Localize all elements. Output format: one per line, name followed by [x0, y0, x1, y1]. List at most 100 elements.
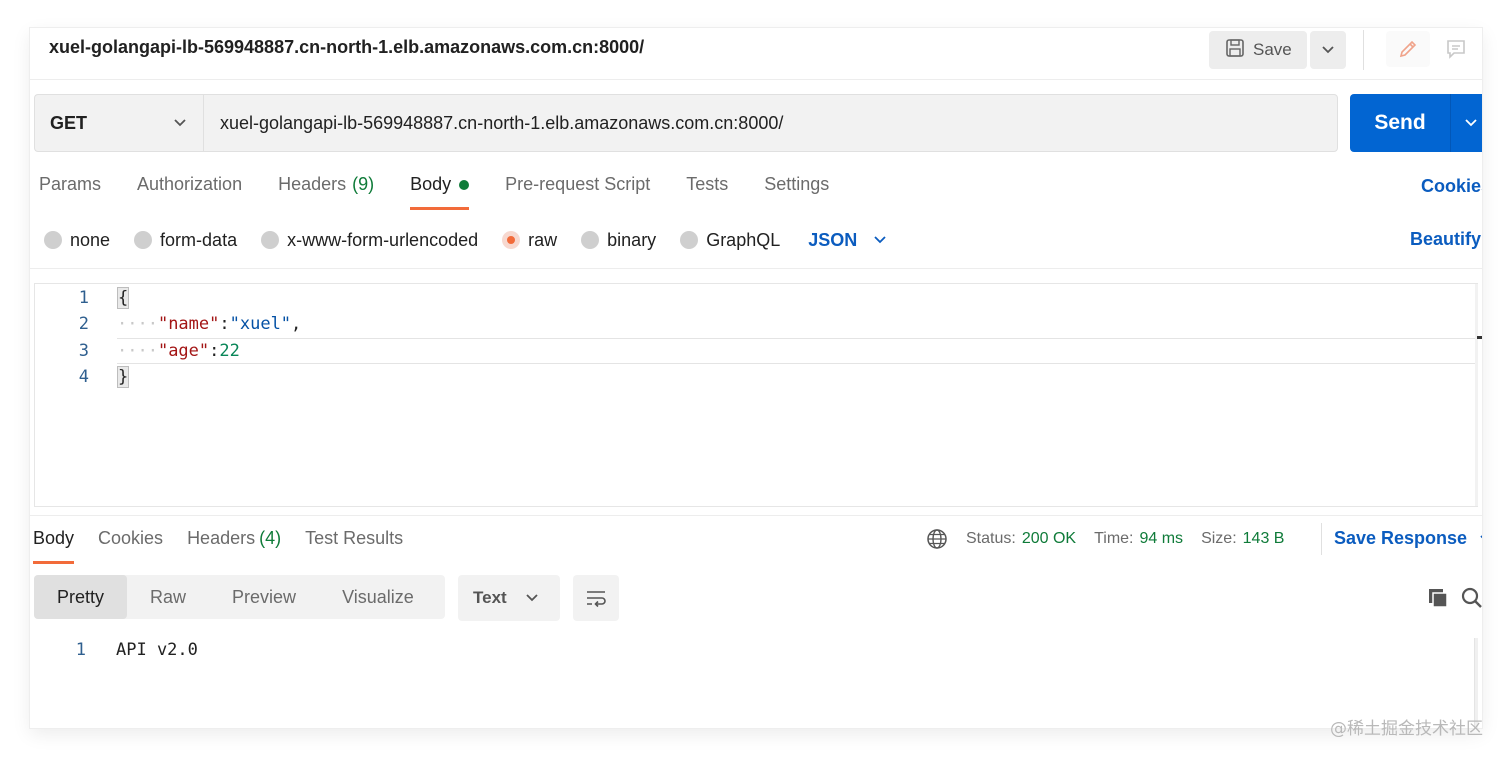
response-tab-test-results[interactable]: Test Results — [305, 528, 403, 564]
tab-label: Settings — [764, 174, 830, 194]
radio-label: form-data — [160, 229, 238, 250]
tab-body[interactable]: Body — [410, 174, 470, 210]
body-editor[interactable]: 1 { 2 ····"name":"xuel", 3 ····"age":22 … — [34, 283, 1482, 507]
request-tabs: Params Authorization Headers (9) Body Pre… — [39, 174, 865, 214]
tab-label: Cookies — [98, 528, 164, 548]
url-input[interactable]: xuel-golangapi-lb-569948887.cn-north-1.e… — [203, 94, 1338, 152]
tab-label: Params — [39, 174, 102, 194]
tab-label: Pre-request Script — [505, 174, 651, 194]
time-value[interactable]: 94 ms — [1139, 530, 1183, 548]
tab-label: Authorization — [137, 174, 243, 194]
editor-line: 4 } — [35, 364, 1477, 390]
radio-form-data[interactable]: form-data — [134, 230, 237, 251]
tab-pre-request-script[interactable]: Pre-request Script — [505, 174, 650, 210]
indent-dots: ···· — [117, 314, 158, 334]
tab-label: Body — [33, 528, 75, 548]
radio-label: GraphQL — [706, 229, 781, 250]
radio-none[interactable]: none — [44, 230, 110, 251]
tab-label: Test Results — [305, 528, 404, 548]
comments-button[interactable] — [1436, 31, 1476, 67]
chevron-down-icon — [1322, 46, 1334, 54]
tab-label: Body — [410, 174, 452, 194]
send-button[interactable]: Send — [1350, 94, 1450, 152]
json-key: "age" — [157, 341, 210, 361]
line-number: 1 — [75, 640, 86, 660]
line-number: 4 — [78, 367, 89, 387]
radio-button[interactable] — [261, 231, 280, 249]
view-preview[interactable]: Preview — [209, 575, 319, 619]
radio-label: none — [70, 229, 111, 250]
view-pretty[interactable]: Pretty — [34, 575, 128, 619]
chevron-down-icon — [1480, 534, 1482, 538]
divider — [30, 268, 1482, 269]
globe-icon[interactable] — [926, 528, 948, 550]
chevron-down-icon — [874, 236, 886, 244]
tab-label: Headers — [278, 174, 347, 194]
radio-binary[interactable]: binary — [581, 230, 656, 251]
time-label: Time: — [1094, 530, 1134, 547]
size-label: Size: — [1201, 530, 1237, 547]
radio-button[interactable] — [44, 231, 62, 249]
method-select[interactable]: GET — [34, 94, 203, 152]
radio-button[interactable] — [134, 231, 153, 249]
search-button[interactable] — [1458, 584, 1482, 612]
save-options-button[interactable] — [1310, 31, 1346, 69]
response-tab-cookies[interactable]: Cookies — [98, 528, 163, 564]
tab-authorization[interactable]: Authorization — [137, 174, 242, 210]
request-name[interactable]: xuel-golangapi-lb-569948887.cn-north-1.e… — [49, 37, 644, 58]
response-format-select[interactable]: Text — [458, 575, 560, 621]
line-code: } — [117, 366, 130, 388]
response-tab-headers[interactable]: Headers (4) — [187, 528, 281, 564]
send-label: Send — [1374, 111, 1426, 134]
response-tab-body[interactable]: Body — [33, 528, 75, 564]
save-response-button[interactable]: Save Response — [1334, 528, 1482, 549]
comment-icon — [1447, 40, 1465, 59]
json-key: "name" — [157, 314, 220, 334]
body-indicator-dot — [459, 180, 470, 190]
radio-label: raw — [528, 229, 558, 250]
json-string: "xuel" — [229, 314, 292, 334]
language-label: JSON — [808, 229, 858, 250]
response-status: Status: 200 OK Time: 94 ms Size: 143 B — [926, 528, 1302, 550]
beautify-link[interactable]: Beautify — [1410, 229, 1481, 250]
json-comma: , — [291, 314, 302, 334]
copy-icon — [1429, 589, 1448, 608]
tab-params[interactable]: Params — [39, 174, 101, 210]
radio-button-selected[interactable] — [502, 231, 521, 249]
language-select[interactable]: JSON — [808, 230, 887, 251]
response-body-text: API v2.0 — [116, 640, 198, 660]
status-value[interactable]: 200 OK — [1022, 530, 1076, 548]
tab-tests[interactable]: Tests — [686, 174, 728, 210]
matching-brace: } — [117, 366, 130, 388]
view-visualize[interactable]: Visualize — [319, 575, 437, 619]
cookies-link[interactable]: Cookies — [1421, 176, 1482, 197]
tab-headers[interactable]: Headers (9) — [278, 174, 374, 210]
radio-button[interactable] — [581, 231, 600, 249]
radio-graphql[interactable]: GraphQL — [680, 230, 780, 251]
chevron-down-icon — [1464, 119, 1477, 127]
radio-label: binary — [607, 229, 657, 250]
scrollbar-marker — [1477, 336, 1482, 339]
editor-scrollbar[interactable] — [1475, 284, 1478, 506]
wrap-lines-button[interactable] — [573, 575, 619, 621]
radio-raw[interactable]: raw — [502, 230, 557, 251]
pencil-icon — [1399, 40, 1417, 58]
line-number: 2 — [78, 314, 89, 334]
save-button[interactable]: Save — [1209, 31, 1307, 69]
url-text: xuel-golangapi-lb-569948887.cn-north-1.e… — [220, 112, 784, 133]
line-code: { — [117, 287, 130, 309]
size-value[interactable]: 143 B — [1243, 530, 1285, 548]
send-options-button[interactable] — [1450, 94, 1482, 152]
response-view-selector: Pretty Raw Preview Visualize — [34, 575, 445, 619]
view-raw[interactable]: Raw — [127, 575, 209, 619]
radio-label: x-www-form-urlencoded — [287, 229, 479, 250]
radio-button[interactable] — [680, 231, 699, 249]
chevron-down-icon — [526, 594, 538, 602]
indent-dots: ···· — [117, 341, 158, 361]
edit-button[interactable] — [1386, 31, 1430, 67]
line-code: ····"age":22 — [117, 341, 240, 361]
radio-x-www-form-urlencoded[interactable]: x-www-form-urlencoded — [261, 230, 478, 251]
tab-settings[interactable]: Settings — [764, 174, 829, 210]
copy-button[interactable] — [1424, 584, 1452, 612]
format-label: Text — [473, 588, 507, 607]
